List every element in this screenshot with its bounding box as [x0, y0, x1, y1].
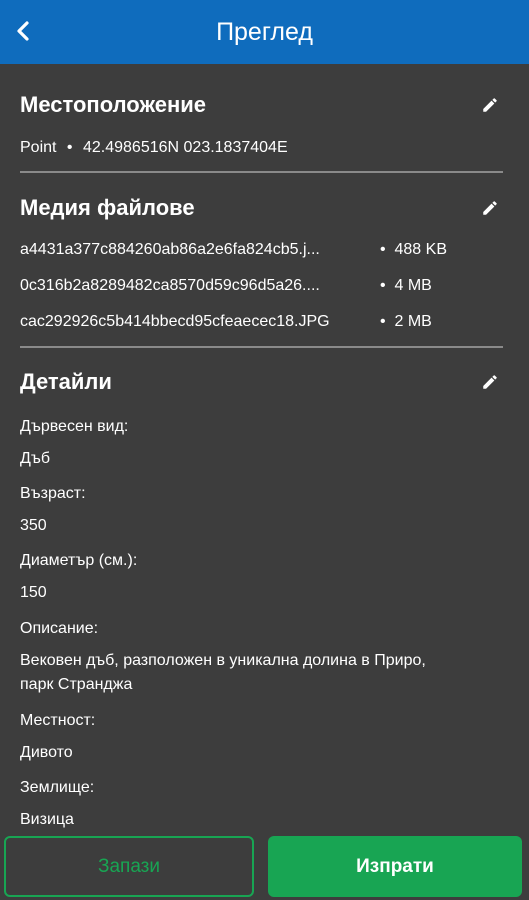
media-file-row[interactable]: a4431a377c884260ab86a2e6fa824cb5.j... • …	[20, 241, 503, 263]
location-separator: •	[66, 139, 73, 156]
edit-media-button[interactable]	[479, 197, 501, 219]
pencil-icon	[483, 201, 497, 215]
location-point: Point • 42.4986516N 023.1837404E	[20, 138, 288, 158]
location-type: Point	[20, 139, 57, 156]
detail-label-description: Описание:	[20, 620, 99, 637]
detail-label-species: Дървесен вид:	[20, 418, 129, 435]
divider	[20, 171, 503, 173]
detail-value-age: 350	[20, 517, 47, 534]
media-file-row[interactable]: cac292926c5b414bbecd95cfeaecec18.JPG • 2…	[20, 313, 503, 335]
media-file-name: 0c316b2a8289482ca8570d59c96d5a26....	[20, 277, 320, 294]
media-file-size: • 2 MB	[380, 313, 432, 330]
detail-value-locality: Дивото	[20, 744, 73, 761]
location-coordinates: 42.4986516N 023.1837404E	[82, 139, 288, 156]
detail-value-species: Дъб	[20, 450, 50, 467]
media-section: Медия файлове a4431a377c884260ab86a2e6fa…	[20, 193, 503, 330]
detail-value-land: Визица	[20, 811, 74, 828]
action-bar: Запази Изпрати	[0, 834, 529, 900]
edit-location-button[interactable]	[479, 94, 501, 116]
send-button[interactable]: Изпрати	[268, 836, 522, 897]
media-file-size: • 488 KB	[380, 241, 447, 258]
app-header: Преглед	[0, 0, 529, 64]
divider	[20, 346, 503, 348]
media-file-name: cac292926c5b414bbecd95cfeaecec18.JPG	[20, 313, 330, 330]
pencil-icon	[483, 98, 497, 112]
edit-details-button[interactable]	[479, 371, 501, 393]
location-title: Местоположение	[20, 92, 207, 117]
media-title: Медия файлове	[20, 195, 195, 220]
save-button[interactable]: Запази	[4, 836, 254, 897]
detail-value-description-line2: парк Странджа	[20, 676, 133, 693]
media-file-size: • 4 MB	[380, 277, 432, 294]
detail-label-age: Възраст:	[20, 485, 86, 502]
page-title: Преглед	[216, 17, 313, 46]
media-file-row[interactable]: 0c316b2a8289482ca8570d59c96d5a26.... • 4…	[20, 277, 503, 299]
details-title: Детайли	[20, 369, 112, 394]
details-section: Детайли Дървесен вид: Дъб Възраст: 350 Д…	[20, 367, 503, 834]
media-file-name: a4431a377c884260ab86a2e6fa824cb5.j...	[20, 241, 320, 258]
pencil-icon	[483, 375, 497, 389]
detail-value-description: Вековен дъб, разположен в уникална долин…	[20, 652, 426, 669]
detail-label-locality: Местност:	[20, 712, 96, 729]
location-section: Местоположение Point • 42.4986516N 023.1…	[20, 90, 503, 156]
detail-value-diameter: 150	[20, 584, 47, 601]
detail-label-land: Землище:	[20, 779, 95, 796]
detail-label-diameter: Диаметър (см.):	[20, 552, 138, 569]
review-content[interactable]: Местоположение Point • 42.4986516N 023.1…	[0, 64, 529, 834]
